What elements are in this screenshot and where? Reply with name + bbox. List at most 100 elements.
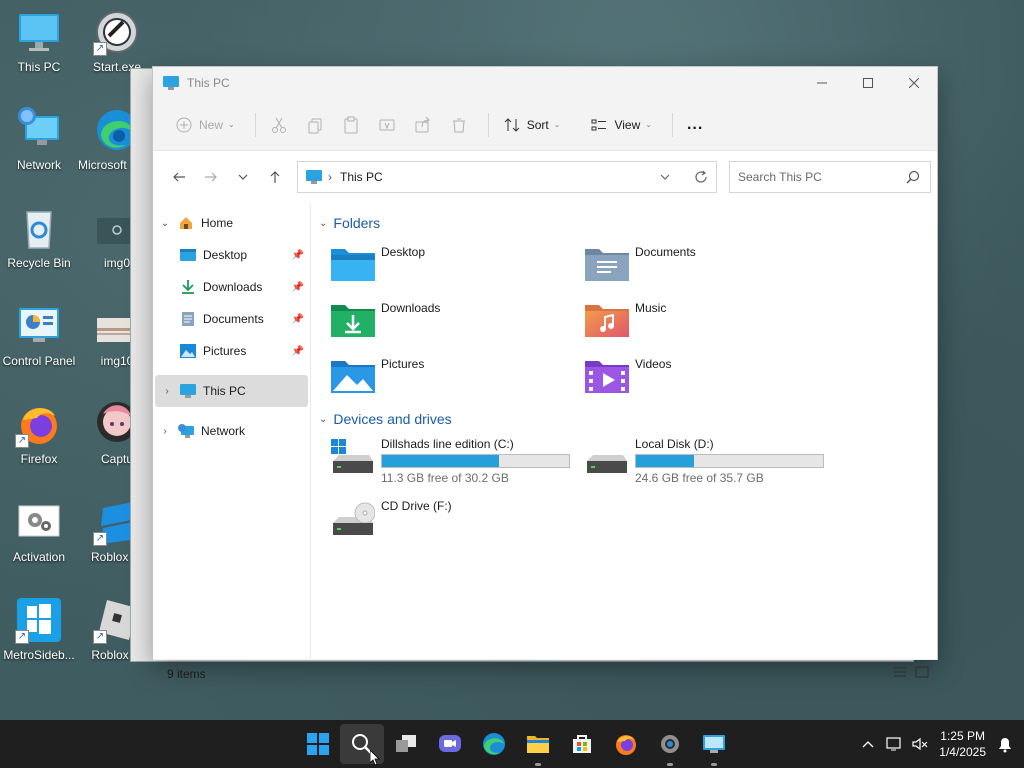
taskbar-firefox-button[interactable]: [604, 720, 648, 768]
desktop-icon-recycle-bin[interactable]: Recycle Bin: [0, 204, 78, 270]
folder-videos[interactable]: Videos: [585, 349, 839, 405]
desktop-icon: [179, 247, 197, 263]
volume-muted-icon: [912, 737, 928, 751]
hard-drive-icon: [585, 437, 629, 477]
remote-desktop-icon: [703, 735, 725, 753]
chevron-up-icon: [862, 741, 874, 748]
divider: [254, 112, 256, 137]
this-pc-icon: [179, 383, 197, 399]
copy-button[interactable]: [300, 109, 330, 141]
minimize-button[interactable]: [799, 67, 845, 99]
folders-section-header[interactable]: ⌄ Folders: [319, 209, 937, 237]
nav-item-network[interactable]: › Network: [153, 415, 310, 447]
this-pc-icon: [163, 76, 179, 90]
tiles-view-icon[interactable]: [915, 666, 929, 678]
status-bar: 9 items: [153, 659, 937, 687]
taskbar-edge-button[interactable]: [472, 720, 516, 768]
new-button[interactable]: New ⌄: [169, 109, 241, 141]
taskbar-file-explorer-button[interactable]: [516, 720, 560, 768]
item-count: 9 items: [167, 666, 206, 681]
nav-item-this-pc[interactable]: › This PC: [155, 375, 308, 407]
chevron-right-icon: ›: [328, 170, 332, 184]
folder-documents[interactable]: Documents: [585, 237, 839, 293]
delete-button[interactable]: [444, 109, 474, 141]
system-tray: 1:25 PM 1/4/2025: [855, 720, 1024, 768]
address-dropdown-icon[interactable]: [660, 173, 670, 181]
chevron-down-icon: ⌄: [553, 120, 561, 129]
nav-item-pictures[interactable]: Pictures 📌: [153, 335, 310, 367]
share-button[interactable]: [408, 109, 438, 141]
start-button[interactable]: [296, 720, 340, 768]
folder-music[interactable]: Music: [585, 293, 839, 349]
monitor-icon: [15, 8, 63, 56]
drive-c[interactable]: Dillshads line edition (C:) 11.3 GB free…: [331, 433, 585, 495]
desktop-icon-control-panel[interactable]: Control Panel: [0, 302, 78, 368]
nav-item-desktop[interactable]: Desktop 📌: [153, 239, 310, 271]
show-hidden-icons-button[interactable]: [855, 740, 881, 748]
desktop-icon-start-exe[interactable]: ↗ Start.exe: [78, 8, 156, 74]
task-view-button[interactable]: [384, 720, 428, 768]
recent-locations-button[interactable]: [227, 161, 259, 193]
sort-button[interactable]: Sort ⌄: [497, 109, 567, 141]
desktop-icon-metrosidebar[interactable]: ↗ MetroSideb...: [0, 596, 78, 662]
window-title: This PC: [187, 76, 230, 90]
address-location[interactable]: This PC: [340, 170, 383, 184]
chevron-down-icon[interactable]: ⌄: [153, 218, 177, 229]
address-bar[interactable]: › This PC: [297, 161, 717, 193]
window-controls: [799, 67, 937, 99]
pin-icon: 📌: [291, 249, 304, 261]
view-button[interactable]: View ⌄: [584, 109, 658, 141]
network-status-button[interactable]: [881, 736, 907, 752]
refresh-icon[interactable]: [694, 170, 708, 184]
search-icon[interactable]: [906, 170, 920, 184]
chat-button[interactable]: [428, 720, 472, 768]
clock-date: 1/4/2025: [939, 745, 986, 759]
drive-f[interactable]: CD Drive (F:): [331, 495, 585, 557]
share-icon: [415, 116, 430, 132]
more-options-button[interactable]: ...: [681, 109, 709, 141]
firefox-icon: [616, 735, 636, 755]
divider: [487, 112, 489, 137]
content-area: ⌄ Folders Desktop Documents Downloads Mu…: [311, 203, 937, 659]
navigation-pane: ⌄ Home Desktop 📌 Downloads 📌 Documents 📌: [153, 203, 311, 659]
taskbar-settings-button[interactable]: [648, 720, 692, 768]
nav-item-downloads[interactable]: Downloads 📌: [153, 271, 310, 303]
paste-button[interactable]: [336, 109, 366, 141]
desktop-icon-activation[interactable]: Activation: [0, 498, 78, 564]
orb-icon: ↗: [93, 8, 141, 56]
taskbar-store-button[interactable]: [560, 720, 604, 768]
shortcut-arrow-icon: ↗: [15, 630, 29, 644]
taskbar-remote-desktop-button[interactable]: [692, 720, 736, 768]
nav-item-home[interactable]: ⌄ Home: [153, 207, 310, 239]
chevron-right-icon[interactable]: ›: [153, 426, 177, 437]
notifications-button[interactable]: [992, 735, 1018, 753]
minimize-icon: [817, 82, 827, 84]
folder-downloads[interactable]: Downloads: [331, 293, 585, 349]
folder-pictures[interactable]: Pictures: [331, 349, 585, 405]
details-view-icon[interactable]: [893, 666, 907, 678]
search-input[interactable]: Search This PC: [729, 161, 931, 193]
drive-d[interactable]: Local Disk (D:) 24.6 GB free of 35.7 GB: [585, 433, 839, 495]
volume-button[interactable]: [907, 736, 933, 752]
back-button[interactable]: [163, 161, 195, 193]
desktop-icon-network[interactable]: Network: [0, 106, 78, 172]
desktop-icon-firefox[interactable]: ↗ Firefox: [0, 400, 78, 466]
rename-button[interactable]: [372, 109, 402, 141]
devices-section-header[interactable]: ⌄ Devices and drives: [319, 405, 937, 433]
copy-icon: [308, 118, 322, 133]
chevron-down-icon: ⌄: [319, 217, 328, 229]
clock[interactable]: 1:25 PM 1/4/2025: [939, 728, 986, 760]
store-icon: [573, 735, 591, 753]
arrow-right-icon: [205, 172, 217, 182]
nav-item-documents[interactable]: Documents 📌: [153, 303, 310, 335]
chevron-right-icon[interactable]: ›: [155, 386, 179, 397]
close-button[interactable]: [891, 67, 937, 99]
maximize-button[interactable]: [845, 67, 891, 99]
up-button[interactable]: [259, 161, 291, 193]
forward-button[interactable]: [195, 161, 227, 193]
desktop-icon-this-pc[interactable]: This PC: [0, 8, 78, 74]
cut-button[interactable]: [264, 109, 294, 141]
plus-circle-icon: [176, 117, 192, 132]
folder-desktop[interactable]: Desktop: [331, 237, 585, 293]
title-bar[interactable]: This PC: [153, 67, 937, 99]
